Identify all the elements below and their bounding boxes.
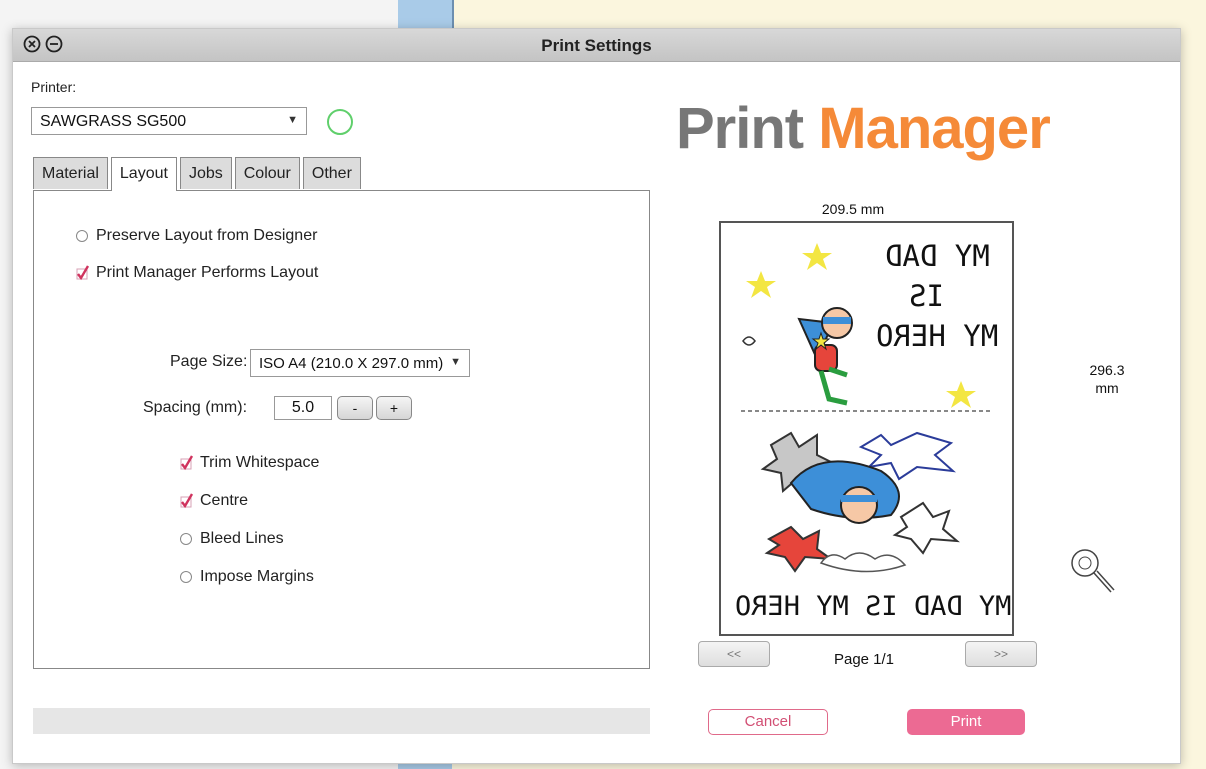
preview-height-unit: mm [1095, 380, 1119, 396]
window-title: Print Settings [541, 36, 652, 55]
previous-page-button[interactable]: << [698, 641, 770, 667]
preserve-layout-radio[interactable]: Preserve Layout from Designer [76, 227, 317, 245]
page-indicator: Page 1/1 [833, 651, 895, 668]
tab-other[interactable]: Other [302, 157, 361, 189]
chevron-down-icon: ▼ [287, 114, 298, 126]
printer-status-indicator [327, 109, 353, 135]
checkmark-icon [180, 455, 194, 471]
page-size-label: Page Size: [170, 353, 248, 370]
centre-label: Centre [200, 492, 249, 509]
printer-label: Printer: [31, 79, 77, 95]
checkmark-icon [180, 493, 194, 509]
print-manager-logo: Print Manager [676, 95, 1051, 162]
page-size-select[interactable]: ISO A4 (210.0 X 297.0 mm) ▼ [250, 349, 470, 377]
preview-width-label: 209.5 mm [821, 201, 885, 217]
cancel-button[interactable]: Cancel [708, 709, 828, 735]
background-ruler [398, 0, 454, 30]
next-page-button[interactable]: >> [965, 641, 1037, 667]
chevron-down-icon: ▼ [450, 356, 461, 368]
tab-material[interactable]: Material [33, 157, 108, 189]
print-preview: MY DAD IS MY HERO MY DAD IS MY HERO [719, 221, 1014, 636]
impose-margins-label: Impose Margins [200, 568, 314, 585]
logo-manager: Manager [818, 96, 1051, 161]
layout-panel: Preserve Layout from Designer Print Mana… [33, 190, 650, 669]
impose-margins-radio[interactable]: Impose Margins [180, 568, 314, 586]
centre-checkbox[interactable]: Centre [180, 492, 248, 510]
hero-figure-bottom [760, 431, 960, 573]
bleed-lines-radio[interactable]: Bleed Lines [180, 530, 284, 548]
print-settings-dialog: Print Settings Printer: SAWGRASS SG500 ▼… [12, 28, 1181, 764]
tab-jobs[interactable]: Jobs [179, 157, 232, 189]
tab-layout[interactable]: Layout [110, 157, 177, 191]
title-bar: Print Settings [13, 29, 1180, 62]
preview-height-label: 296.3 mm [1079, 361, 1135, 397]
trim-whitespace-label: Trim Whitespace [200, 454, 320, 471]
trim-whitespace-checkbox[interactable]: Trim Whitespace [180, 454, 319, 472]
tab-colour[interactable]: Colour [234, 157, 300, 189]
progress-bar [33, 708, 650, 734]
print-manager-layout-option[interactable]: Print Manager Performs Layout [76, 264, 318, 282]
star-shape [946, 381, 976, 408]
checkmark-icon [76, 265, 90, 281]
preview-artwork [741, 243, 993, 573]
preview-bottom-text: MY DAD IS MY HERO [735, 591, 1012, 622]
spacing-decrement-button[interactable]: - [337, 396, 373, 420]
radio-unchecked [76, 230, 88, 242]
printer-select-value: SAWGRASS SG500 [40, 113, 187, 130]
printer-select[interactable]: SAWGRASS SG500 ▼ [31, 107, 307, 135]
star-shape [746, 271, 776, 298]
settings-tabs: Material Layout Jobs Colour Other [33, 157, 364, 191]
hero-figure-top [742, 307, 853, 406]
bleed-lines-label: Bleed Lines [200, 530, 284, 547]
print-manager-layout-label: Print Manager Performs Layout [96, 264, 319, 281]
page-size-value: ISO A4 (210.0 X 297.0 mm) [259, 355, 444, 372]
spacing-label: Spacing (mm): [143, 399, 248, 416]
radio-unchecked [180, 571, 192, 583]
spacing-input[interactable]: 5.0 [274, 396, 332, 420]
radio-unchecked [180, 533, 192, 545]
magnifier-icon [1071, 549, 1115, 593]
star-shape [802, 243, 832, 270]
print-button[interactable]: Print [907, 709, 1025, 735]
preview-height-value: 296.3 [1089, 362, 1125, 378]
preserve-layout-label: Preserve Layout from Designer [96, 227, 318, 244]
zoom-button[interactable] [1067, 545, 1119, 597]
logo-print: Print [676, 96, 804, 161]
spacing-increment-button[interactable]: + [376, 396, 412, 420]
